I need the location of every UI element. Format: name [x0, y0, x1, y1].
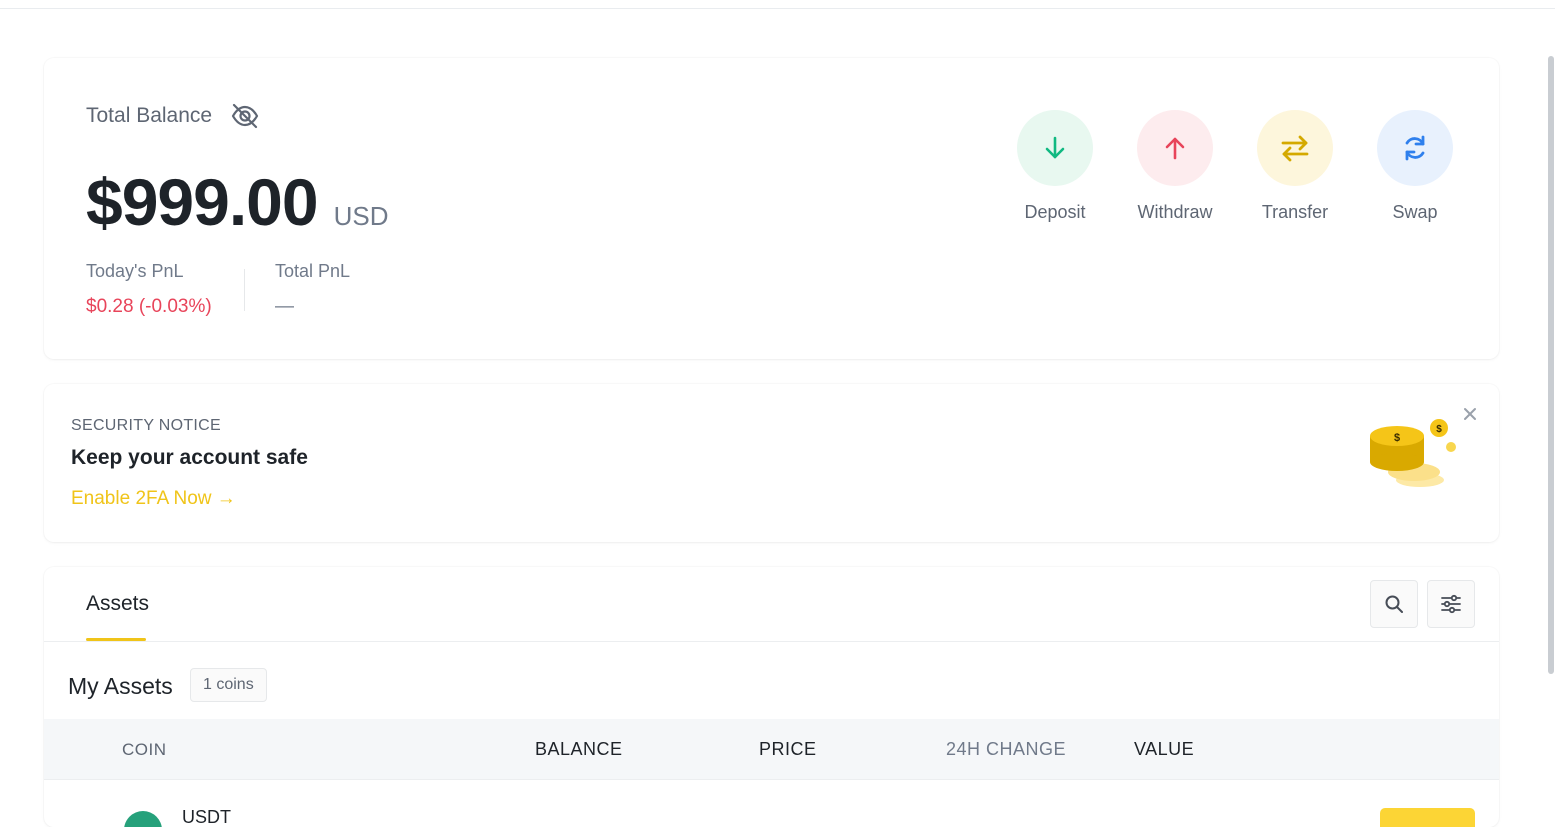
svg-text:$: $	[1436, 424, 1442, 435]
todays-pnl-label: Today's PnL	[86, 261, 184, 281]
security-notice-card: SECURITY NOTICE Keep your account safe E…	[44, 384, 1499, 542]
withdraw-label: Withdraw	[1137, 202, 1213, 222]
swap-button[interactable]: Swap	[1377, 110, 1453, 223]
balance-title-row: Total Balance	[86, 102, 260, 130]
assets-table-header: COIN BALANCE PRICE 24H CHANGE VALUE	[44, 719, 1499, 780]
sliders-icon	[1441, 594, 1461, 614]
todays-pnl-value: $0.28 (-0.03%)	[86, 296, 212, 317]
arrow-up-icon	[1165, 137, 1185, 160]
refresh-icon	[1405, 135, 1425, 161]
transfer-label: Transfer	[1261, 202, 1329, 222]
arrow-down-icon	[1045, 136, 1065, 159]
column-coin[interactable]: COIN	[122, 719, 167, 780]
table-row[interactable]: USDT	[44, 781, 1499, 827]
search-button[interactable]	[1370, 580, 1418, 628]
total-pnl: Total PnL —	[275, 261, 350, 318]
column-value[interactable]: VALUE	[1134, 719, 1194, 780]
total-pnl-label: Total PnL	[275, 261, 351, 281]
enable-2fa-link[interactable]: Enable 2FA Now →	[71, 488, 236, 510]
todays-pnl: Today's PnL $0.28 (-0.03%)	[86, 261, 212, 318]
total-pnl-value: —	[275, 296, 294, 317]
deposit-circle[interactable]	[1017, 110, 1093, 186]
column-24h-change[interactable]: 24H CHANGE	[946, 719, 1066, 780]
balance-actions: Deposit Withdraw Transfer Swap	[1017, 110, 1453, 223]
close-icon[interactable]	[1460, 404, 1480, 424]
swap-label: Swap	[1392, 202, 1438, 222]
tab-assets[interactable]: Assets	[86, 567, 149, 641]
deposit-button[interactable]: Deposit	[1017, 110, 1093, 223]
coins-count-badge: 1 coins	[190, 668, 267, 702]
withdraw-button[interactable]: Withdraw	[1137, 110, 1213, 223]
balance-amount: $999.00	[86, 165, 319, 239]
transfer-arrows-icon	[1281, 135, 1309, 162]
top-divider	[0, 8, 1555, 9]
usdt-logo-icon	[124, 811, 162, 827]
balance-amount-row: $999.00 USD	[86, 164, 388, 240]
tabbar-divider	[44, 641, 1499, 642]
eye-off-icon[interactable]	[230, 102, 260, 130]
notice-kicker: SECURITY NOTICE	[71, 417, 221, 434]
balance-currency: USD	[333, 201, 389, 231]
filter-button[interactable]	[1427, 580, 1475, 628]
search-icon	[1385, 595, 1403, 613]
deposit-label: Deposit	[1024, 202, 1086, 222]
balance-card: Total Balance $999.00 USD Today's PnL $0…	[44, 58, 1499, 359]
balance-title: Total Balance	[86, 104, 213, 127]
assets-card: Assets My Assets 1 coins COIN BALANCE PR…	[44, 567, 1499, 827]
my-assets-title: My Assets	[68, 673, 173, 699]
row-action-button[interactable]	[1380, 808, 1475, 827]
svg-text:$: $	[1394, 432, 1400, 444]
swap-circle[interactable]	[1377, 110, 1453, 186]
withdraw-circle[interactable]	[1137, 110, 1213, 186]
coins-illustration: $ $	[1370, 419, 1456, 487]
notice-title: Keep your account safe	[71, 446, 308, 469]
column-balance[interactable]: BALANCE	[535, 719, 623, 780]
transfer-button[interactable]: Transfer	[1257, 110, 1333, 223]
pnl-divider	[244, 269, 245, 311]
coin-symbol: USDT	[182, 807, 231, 827]
transfer-circle[interactable]	[1257, 110, 1333, 186]
page-scrollbar[interactable]	[1548, 56, 1554, 674]
column-price[interactable]: PRICE	[759, 719, 817, 780]
